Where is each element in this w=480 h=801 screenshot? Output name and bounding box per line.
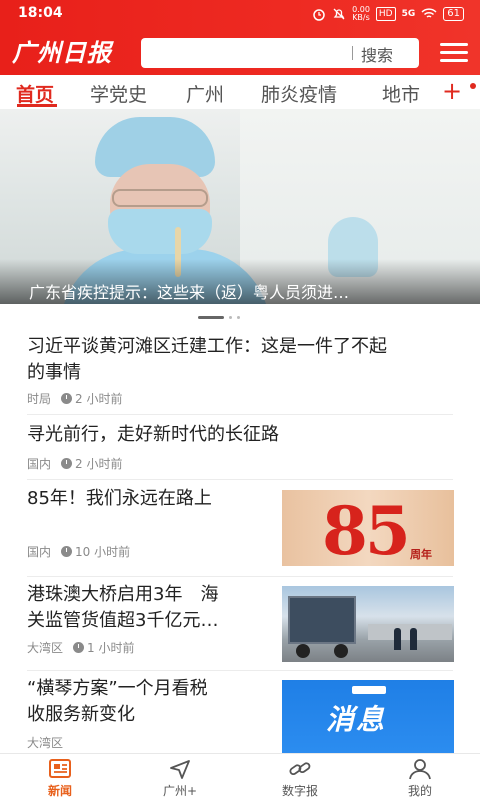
news-meta: 大湾区 — [27, 734, 63, 751]
search-button[interactable]: 搜索 — [361, 42, 393, 66]
tabbar-news[interactable]: 新闻 — [0, 754, 120, 801]
truck-image — [288, 596, 356, 644]
status-time: 18:04 — [18, 5, 63, 21]
tab-party-history[interactable]: 学党史 — [90, 80, 147, 107]
network-speed: 0.00 KB/s — [352, 5, 370, 22]
news-item[interactable]: 85年！我们永远在路上 国内 10 小时前 85 周年 — [0, 480, 480, 576]
status-bar: 18:04 0.00 KB/s HD 5G 61 — [0, 0, 480, 28]
carousel-dots — [198, 316, 240, 319]
thumbnail-text: 消息 — [326, 703, 387, 736]
tabbar-digital-paper[interactable]: 数字报 — [240, 754, 360, 801]
hero-banner[interactable]: 广东省疾控提示：这些来（返）粤人员须进… — [0, 109, 480, 304]
carousel-dot — [237, 316, 240, 319]
link-icon — [289, 762, 311, 776]
clock-icon — [61, 546, 73, 557]
search-divider — [352, 46, 353, 60]
news-source: 国内 — [27, 457, 52, 471]
signal-label: 5G — [401, 9, 416, 19]
truck-wheel — [334, 644, 348, 658]
news-source: 时局 — [27, 392, 52, 406]
officer-figure — [394, 628, 401, 650]
app-header: 18:04 0.00 KB/s HD 5G 61 广州日报 搜索 — [0, 0, 480, 75]
wifi-icon — [421, 8, 437, 18]
truck-wheel — [296, 644, 310, 658]
notification-dot — [470, 83, 476, 89]
alarm-icon — [313, 9, 325, 21]
officer-figure — [410, 628, 417, 650]
hero-person-glasses — [112, 189, 208, 207]
mute-icon — [333, 8, 345, 20]
anniversary-label: 周年 — [410, 548, 432, 561]
news-source: 国内 — [27, 545, 52, 559]
app-logo[interactable]: 广州日报 — [12, 33, 112, 68]
news-source: 大湾区 — [27, 641, 64, 655]
tab-home[interactable]: 首页 — [16, 80, 54, 107]
news-meta: 时局 2 小时前 — [27, 390, 122, 407]
menu-icon[interactable] — [440, 42, 468, 64]
divider — [27, 670, 453, 671]
carousel-dot — [229, 316, 232, 319]
active-tab-indicator — [17, 104, 57, 107]
news-item[interactable]: 港珠澳大桥启用3年 海 关监管货值超3千亿元… 大湾区 1 小时前 — [0, 578, 480, 670]
newspaper-icon — [49, 759, 71, 778]
tab-cities[interactable]: 地市 — [382, 80, 420, 107]
news-meta: 国内 2 小时前 — [27, 455, 122, 472]
hero-person-mask — [108, 209, 212, 254]
thumbnail-tag — [352, 686, 386, 694]
news-thumbnail — [282, 586, 454, 662]
bottom-tab-bar: 新闻 广州+ 数字报 我的 — [0, 753, 480, 800]
tabbar-label: 新闻 — [47, 784, 72, 798]
status-icons: 0.00 KB/s HD 5G 61 — [312, 6, 464, 22]
clock-icon — [61, 458, 73, 469]
divider — [27, 414, 453, 415]
news-meta: 国内 10 小时前 — [27, 543, 130, 560]
news-time: 2 小时前 — [75, 392, 123, 406]
news-item[interactable]: “横琴方案”一个月看税 收服务新变化 大湾区 消息 — [0, 672, 480, 756]
news-source: 大湾区 — [27, 736, 64, 750]
news-title: 寻光前行，走好新时代的长征路 — [27, 424, 279, 445]
anniversary-number: 85 — [322, 492, 411, 566]
tabbar-label: 数字报 — [281, 784, 318, 798]
news-time: 1 小时前 — [87, 641, 135, 655]
hd-badge: HD — [375, 7, 396, 21]
news-time: 10 小时前 — [75, 545, 131, 559]
user-icon — [409, 759, 431, 780]
clock-icon — [61, 393, 73, 404]
tabbar-label: 我的 — [407, 784, 432, 798]
tabbar-label: 广州+ — [162, 784, 198, 798]
news-title: 85年！我们永远在路上 — [27, 488, 212, 509]
battery-icon: 61 — [443, 7, 464, 21]
news-item[interactable]: 习近平谈黄河滩区迁建工作：这是一件了不起 的事情 时局 2 小时前 — [0, 330, 480, 414]
clock-icon — [73, 642, 85, 653]
tabbar-guangzhou-plus[interactable]: 广州+ — [120, 754, 240, 801]
news-title: “横琴方案”一个月看税 收服务新变化 — [27, 678, 208, 725]
news-thumbnail: 消息 — [282, 680, 454, 756]
tabbar-mine[interactable]: 我的 — [360, 754, 480, 801]
navigation-arrow-icon — [170, 760, 190, 779]
tab-guangzhou[interactable]: 广州 — [186, 80, 224, 107]
search-input[interactable]: 搜索 — [141, 38, 419, 68]
news-time: 2 小时前 — [75, 457, 123, 471]
news-thumbnail: 85 周年 — [282, 490, 454, 566]
divider — [27, 576, 453, 577]
carousel-dot-active — [198, 316, 224, 319]
news-item[interactable]: 寻光前行，走好新时代的长征路 国内 2 小时前 — [0, 418, 480, 478]
news-meta: 大湾区 1 小时前 — [27, 639, 134, 656]
news-title: 习近平谈黄河滩区迁建工作：这是一件了不起 的事情 — [27, 336, 387, 383]
tab-covid[interactable]: 肺炎疫情 — [261, 80, 337, 107]
add-channel-icon[interactable]: + — [442, 77, 462, 105]
hero-caption[interactable]: 广东省疾控提示：这些来（返）粤人员须进… — [29, 279, 349, 303]
channel-tabs: 首页 学党史 广州 肺炎疫情 地市 — [0, 75, 480, 111]
news-title: 港珠澳大桥启用3年 海 关监管货值超3千亿元… — [27, 584, 219, 631]
